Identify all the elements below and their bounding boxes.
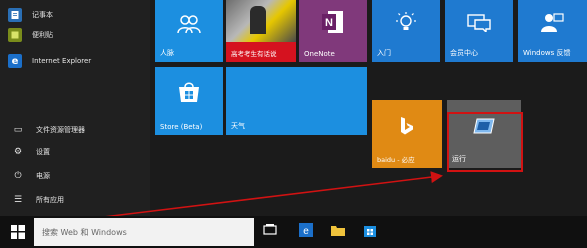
store-taskbar-icon[interactable] [362, 222, 378, 238]
annotation-arrow [29, 171, 443, 227]
edge-browser-icon[interactable]: e [298, 222, 314, 238]
search-input[interactable]: 搜索 Web 和 Windows [34, 218, 254, 246]
taskbar: 搜索 Web 和 Windows e [0, 216, 587, 248]
task-view-icon[interactable] [262, 222, 278, 238]
file-explorer-icon[interactable] [330, 222, 346, 238]
windows-logo-icon [11, 225, 25, 239]
svg-text:e: e [303, 226, 309, 237]
start-button[interactable] [4, 218, 32, 246]
